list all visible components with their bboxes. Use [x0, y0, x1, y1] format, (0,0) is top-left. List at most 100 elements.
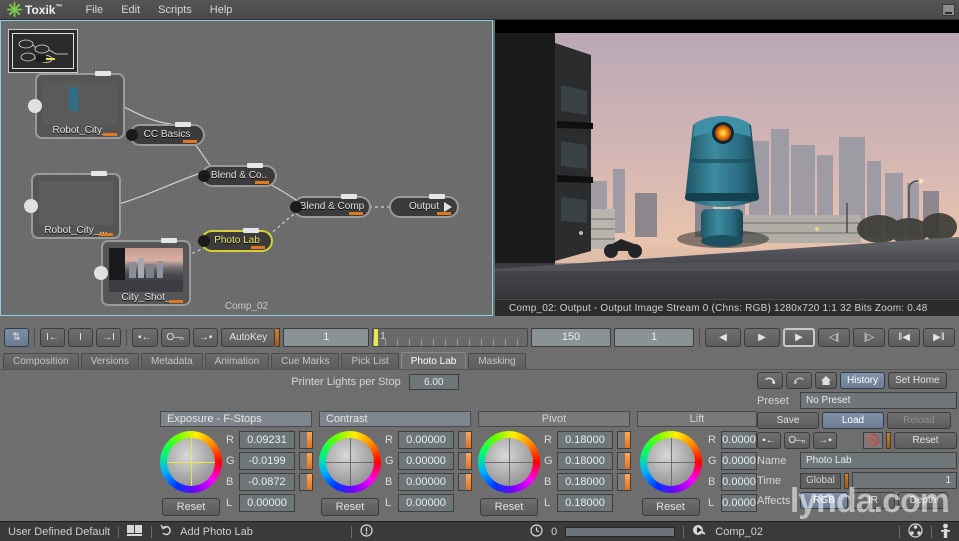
name-field[interactable]: Photo Lab — [800, 452, 957, 469]
node-input-handle[interactable] — [28, 99, 42, 113]
tab-composition[interactable]: Composition — [3, 353, 79, 369]
lift-b-field[interactable]: 0.0000 — [721, 473, 757, 491]
info-icon[interactable] — [360, 524, 373, 540]
contrast-g-field[interactable]: 0.00000 — [398, 452, 454, 470]
node-input-handle[interactable] — [198, 235, 210, 247]
pivot-g-slider[interactable] — [617, 452, 631, 470]
image-viewer[interactable]: Comp_02: Output - Output Image Stream 0 … — [495, 20, 959, 316]
time-value-field[interactable]: 1 — [852, 472, 957, 489]
save-button[interactable]: Save — [757, 412, 819, 429]
node-input-handle[interactable] — [24, 199, 38, 213]
node-blend-and-co[interactable]: Blend & Co.. — [201, 165, 277, 187]
autokey-button[interactable]: AutoKey — [221, 328, 275, 347]
preset-field[interactable]: No Preset — [800, 392, 957, 409]
reset-button-exposure[interactable]: Reset — [162, 498, 220, 516]
menu-item-scripts[interactable]: Scripts — [149, 2, 201, 18]
key-lock-button[interactable]: O–ₙ — [161, 328, 190, 347]
node-output-handle[interactable] — [243, 228, 259, 233]
autokey-group[interactable]: AutoKey — [221, 328, 280, 347]
node-input-handle[interactable] — [94, 266, 108, 280]
no-entry-icon[interactable]: 🚫 — [863, 432, 883, 449]
undo-arc-icon[interactable] — [757, 372, 783, 389]
play-back-button[interactable]: ▶ — [744, 328, 780, 347]
affects-ir-button[interactable]: IR — [851, 492, 895, 509]
first-frame-button[interactable]: ‖◀ — [888, 328, 920, 347]
sync-toggle-button[interactable]: ⇅ — [4, 328, 29, 347]
goto-end-button[interactable]: →I — [96, 328, 121, 347]
prev-key-button[interactable]: ▪← — [757, 432, 781, 449]
pivot-b-field[interactable]: 0.18000 — [557, 473, 613, 491]
tab-masking[interactable]: Masking — [468, 353, 525, 369]
globe-icon[interactable] — [908, 523, 923, 541]
lift-r-field[interactable]: 0.0000 — [721, 431, 757, 449]
node-photo-lab[interactable]: Photo Lab — [201, 230, 273, 252]
undo-icon[interactable] — [160, 524, 172, 539]
contrast-r-field[interactable]: 0.00000 — [398, 431, 454, 449]
affects-depth-button[interactable]: Depth — [898, 492, 948, 509]
contrast-l-field[interactable]: 0.00000 — [398, 494, 454, 512]
node-robot-city-top[interactable]: Robot_City_ — [35, 73, 125, 139]
node-output-handle[interactable] — [161, 238, 177, 243]
current-frame-field[interactable]: 1 — [283, 328, 369, 347]
time-mode-button[interactable]: Global — [800, 473, 841, 489]
node-cc-basics[interactable]: CC Basics — [129, 124, 205, 146]
tab-pick-list[interactable]: Pick List — [341, 353, 398, 369]
exposure-r-field[interactable]: 0.09231 — [239, 431, 295, 449]
lift-l-field[interactable]: 0.0000 — [721, 494, 757, 512]
affects-rgb-button[interactable]: RGB — [800, 492, 848, 509]
node-input-handle[interactable] — [198, 170, 210, 182]
node-city-shot[interactable]: City_Shot_ — [101, 240, 191, 306]
frame-step-field[interactable]: 1 — [614, 328, 694, 347]
reset-button-contrast[interactable]: Reset — [321, 498, 379, 516]
node-output-handle[interactable] — [247, 163, 263, 168]
node-blend-and-comp[interactable]: Blend & Comp — [293, 196, 371, 218]
minimize-icon[interactable] — [942, 4, 955, 16]
contrast-g-slider[interactable] — [458, 452, 472, 470]
next-frame-button[interactable]: |▷ — [853, 328, 885, 347]
node-input-handle[interactable] — [290, 201, 302, 213]
reset-button-lift[interactable]: Reset — [642, 498, 700, 516]
contrast-r-slider[interactable] — [458, 431, 472, 449]
printer-lights-field[interactable]: 6.00 — [409, 374, 459, 390]
home-icon[interactable] — [815, 372, 837, 389]
set-key-button[interactable]: I — [68, 328, 93, 347]
tab-cue-marks[interactable]: Cue Marks — [271, 353, 339, 369]
node-input-handle[interactable] — [126, 129, 138, 141]
reset-button-pivot[interactable]: Reset — [480, 498, 538, 516]
exposure-r-slider[interactable] — [299, 431, 313, 449]
play-button[interactable]: ▶ — [783, 328, 815, 347]
tab-photo-lab[interactable]: Photo Lab — [401, 352, 467, 369]
node-graph-canvas[interactable]: Robot_City_ CC Basics Blend & Co.. — [0, 20, 493, 316]
contrast-b-field[interactable]: 0.00000 — [398, 473, 454, 491]
pivot-b-slider[interactable] — [617, 473, 631, 491]
key-lock-button[interactable]: O–ₙ — [784, 432, 810, 449]
last-frame-button[interactable]: ▶‖ — [923, 328, 955, 347]
exposure-b-slider[interactable] — [299, 473, 313, 491]
person-icon[interactable] — [940, 523, 951, 541]
goto-start-button[interactable]: I← — [40, 328, 65, 347]
next-key-button[interactable]: →▪ — [193, 328, 219, 347]
prev-frame-button[interactable]: ◁| — [818, 328, 850, 347]
monitor-icon[interactable] — [127, 525, 143, 539]
color-wheel-contrast[interactable] — [319, 431, 381, 493]
lift-g-field[interactable]: 0.0000 — [721, 452, 757, 470]
reload-button[interactable]: Reload — [887, 412, 951, 429]
node-output-handle[interactable] — [91, 171, 107, 176]
end-frame-field[interactable]: 150 — [531, 328, 611, 347]
pivot-r-field[interactable]: 0.18000 — [557, 431, 613, 449]
node-output-handle[interactable] — [175, 122, 191, 127]
pivot-l-field[interactable]: 0.18000 — [557, 494, 613, 512]
load-button[interactable]: Load — [822, 412, 884, 429]
node-output-handle[interactable] — [341, 194, 357, 199]
tab-versions[interactable]: Versions — [81, 353, 139, 369]
color-wheel-exposure[interactable] — [160, 431, 222, 493]
tab-animation[interactable]: Animation — [205, 353, 269, 369]
reset-button-global[interactable]: Reset — [894, 432, 957, 449]
step-back-button[interactable]: ◀ — [705, 328, 741, 347]
node-robot-city-lower[interactable]: Robot_City_... — [31, 173, 121, 239]
pivot-r-slider[interactable] — [617, 431, 631, 449]
color-wheel-pivot[interactable] — [478, 431, 540, 493]
exposure-l-field[interactable]: 0.00000 — [239, 494, 295, 512]
menu-item-help[interactable]: Help — [201, 2, 242, 18]
tab-metadata[interactable]: Metadata — [141, 353, 203, 369]
